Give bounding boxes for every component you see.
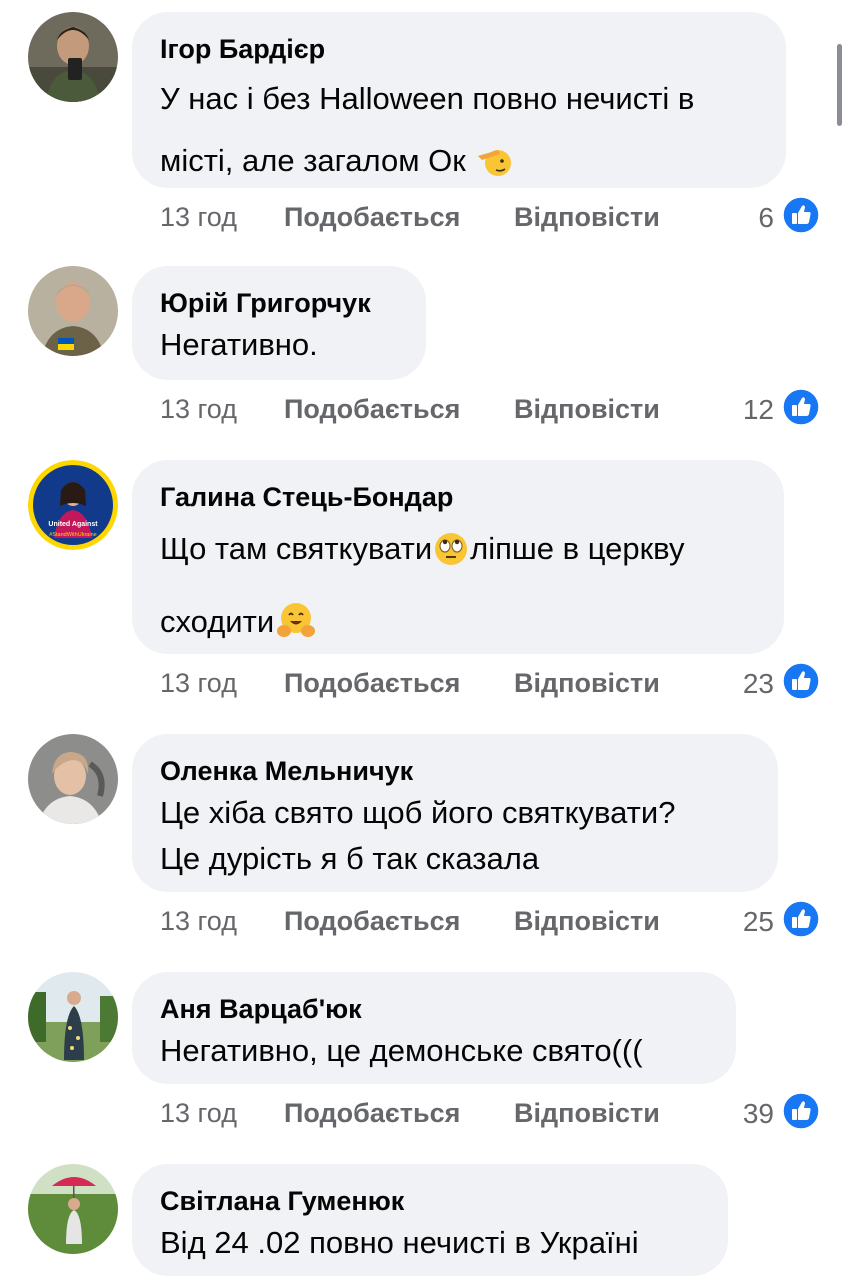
comment-line: Негативно. — [160, 327, 318, 362]
scrollbar[interactable] — [837, 44, 842, 126]
comment-bubble: Ігор Бардієр У нас і без Halloween повно… — [132, 12, 786, 188]
comment-bubble: Галина Стець-Бондар Що там святкувати лі… — [132, 460, 784, 654]
avatar[interactable] — [28, 12, 118, 102]
comment-text: У нас і без Halloween повно нечисті в мі… — [160, 68, 758, 199]
hugging-face-icon — [276, 596, 316, 662]
reply-button[interactable]: Відповісти — [514, 906, 660, 937]
like-count[interactable]: 23 — [743, 668, 774, 700]
reply-button[interactable]: Відповісти — [514, 394, 660, 425]
comment-line: ліпше в церкву — [470, 531, 685, 566]
comment-time[interactable]: 13 год — [160, 906, 237, 937]
like-count[interactable]: 25 — [743, 906, 774, 938]
like-button[interactable]: Подобається — [284, 1098, 460, 1129]
comment-line: Негативно, це демонське свято((( — [160, 1033, 643, 1068]
comment-author[interactable]: Оленка Мельничук — [160, 754, 750, 788]
comment-time[interactable]: 13 год — [160, 1098, 237, 1129]
comment-time[interactable]: 13 год — [160, 202, 237, 233]
thumbs-up-icon[interactable] — [782, 662, 820, 700]
comment-text: Це хіба свято щоб його святкувати? Це ду… — [160, 790, 750, 882]
avatar-text: United Against — [48, 521, 98, 528]
reply-button[interactable]: Відповісти — [514, 668, 660, 699]
comment-actions: 13 год Подобається Відповісти 23 — [160, 662, 820, 702]
comment-actions: 13 год Подобається Відповісти 12 — [160, 388, 820, 428]
saluting-face-icon — [476, 137, 512, 199]
comment-bubble: Оленка Мельничук Це хіба свято щоб його … — [132, 734, 778, 892]
reply-button[interactable]: Відповісти — [514, 202, 660, 233]
comment-time[interactable]: 13 год — [160, 394, 237, 425]
like-button[interactable]: Подобається — [284, 394, 460, 425]
like-button[interactable]: Подобається — [284, 906, 460, 937]
reply-button[interactable]: Відповісти — [514, 1098, 660, 1129]
comment-text: Що там святкувати ліпше в церкву сходити — [160, 516, 756, 662]
comment-bubble: Аня Варцаб'юк Негативно, це демонське св… — [132, 972, 736, 1084]
comment-bubble: Світлана Гуменюк Від 24 .02 повно нечист… — [132, 1164, 728, 1276]
comment-author[interactable]: Галина Стець-Бондар — [160, 480, 756, 514]
comment-line: сходити — [160, 604, 275, 639]
comment-line: місті, але загалом Ок — [160, 143, 466, 178]
comment-line: Це хіба свято щоб його святкувати? — [160, 795, 676, 830]
like-count[interactable]: 12 — [743, 394, 774, 426]
avatar-badge: #StandWithUkraine — [49, 532, 96, 538]
thumbs-up-icon[interactable] — [782, 900, 820, 938]
like-count[interactable]: 39 — [743, 1098, 774, 1130]
comment-author[interactable]: Ігор Бардієр — [160, 32, 758, 66]
comment-text: Від 24 .02 повно нечисті в Україні — [160, 1220, 700, 1266]
like-count[interactable]: 6 — [758, 202, 774, 234]
avatar[interactable] — [28, 1164, 118, 1254]
avatar[interactable] — [28, 734, 118, 824]
eye-roll-face-icon — [434, 523, 468, 589]
comment-actions: 13 год Подобається Відповісти 6 — [160, 196, 820, 236]
comment-author[interactable]: Юрій Григорчук — [160, 286, 398, 320]
comment-author[interactable]: Світлана Гуменюк — [160, 1184, 700, 1218]
comment-line: Це дурість я б так сказала — [160, 841, 540, 876]
thumbs-up-icon[interactable] — [782, 388, 820, 426]
avatar[interactable] — [28, 972, 118, 1062]
comment-time[interactable]: 13 год — [160, 668, 237, 699]
comment-text: Негативно. — [160, 322, 398, 368]
comment-actions: 13 год Подобається Відповісти 25 — [160, 900, 820, 940]
comment-author[interactable]: Аня Варцаб'юк — [160, 992, 708, 1026]
comment-actions: 13 год Подобається Відповісти 39 — [160, 1092, 820, 1132]
comment-line: У нас і без Halloween повно нечисті в — [160, 81, 695, 116]
comment-line: Що там святкувати — [160, 531, 433, 566]
like-button[interactable]: Подобається — [284, 668, 460, 699]
comment-bubble: Юрій Григорчук Негативно. — [132, 266, 426, 380]
thumbs-up-icon[interactable] — [782, 1092, 820, 1130]
avatar[interactable] — [28, 266, 118, 356]
like-button[interactable]: Подобається — [284, 202, 460, 233]
comment-line: Від 24 .02 повно нечисті в Україні — [160, 1225, 639, 1260]
thumbs-up-icon[interactable] — [782, 196, 820, 234]
comment-text: Негативно, це демонське свято((( — [160, 1028, 708, 1074]
avatar[interactable]: United Against #StandWithUkraine — [28, 460, 118, 550]
